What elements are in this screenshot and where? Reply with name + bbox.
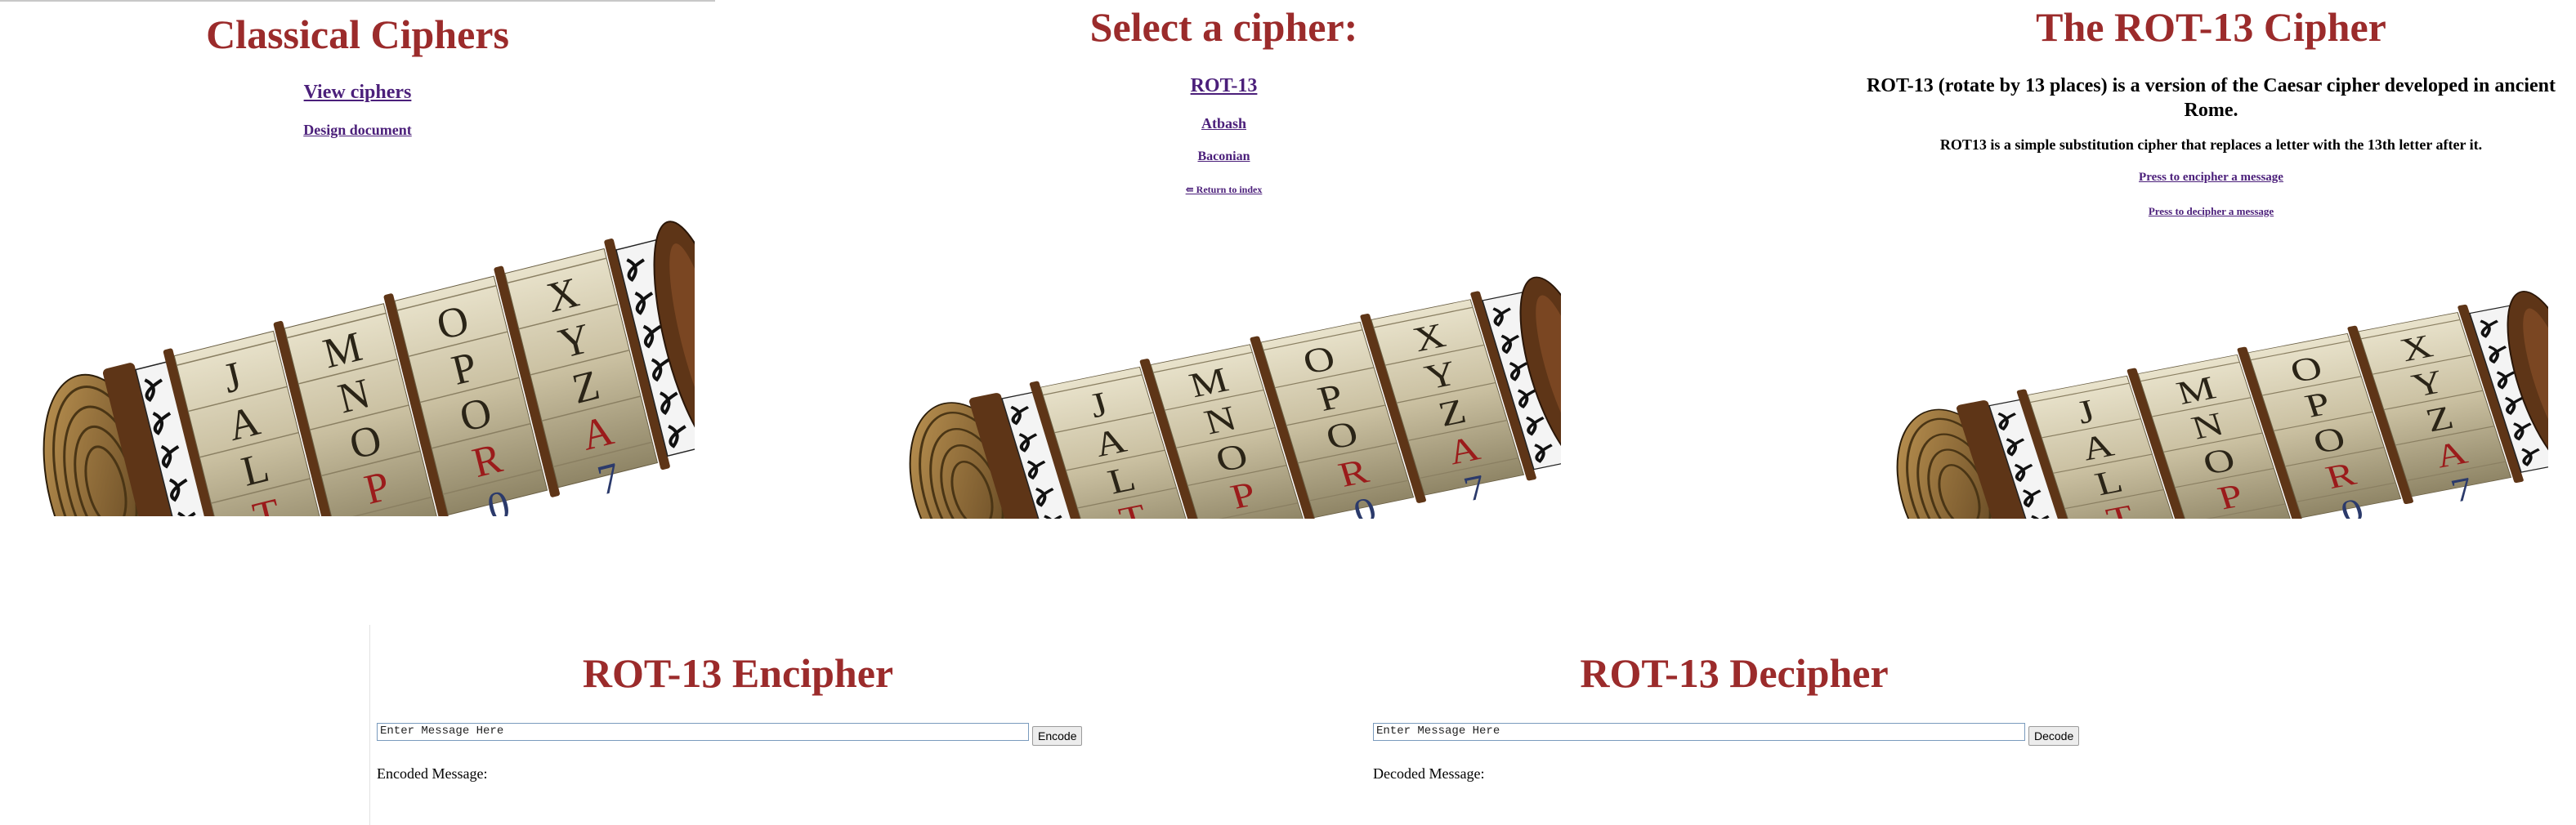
- encipher-link[interactable]: Press to encipher a message: [2139, 171, 2283, 184]
- encipher-page: ROT-13 Encipher Enter Message Here Encod…: [369, 625, 1366, 825]
- cipher-link-atbash[interactable]: Atbash: [1201, 115, 1246, 132]
- index-title: Classical Ciphers: [206, 11, 509, 57]
- encipher-title: ROT-13 Encipher: [582, 650, 894, 696]
- index-page: Classical Ciphers View ciphers Design do…: [0, 0, 715, 523]
- decipher-message-input[interactable]: Enter Message Here: [1373, 723, 2025, 741]
- select-cipher-page: Select a cipher: ROT-13 Atbash Baconian …: [866, 0, 1581, 523]
- cryptex-image: JALT2MNOP0OPOR0XYZA7: [1896, 291, 2548, 519]
- decoded-message-label: Decoded Message:: [1373, 765, 1485, 782]
- rot13-title: The ROT-13 Cipher: [2036, 4, 2386, 50]
- rot13-info-page: The ROT-13 Cipher ROT-13 (rotate by 13 p…: [1854, 0, 2569, 523]
- encode-button[interactable]: Encode: [1032, 726, 1083, 746]
- cipher-link-baconian[interactable]: Baconian: [1197, 149, 1250, 163]
- select-title: Select a cipher:: [1089, 4, 1358, 50]
- cipher-link-rot13[interactable]: ROT-13: [1191, 75, 1258, 96]
- cryptex-image: JALT2MNOP0OPOR0XYZA7: [909, 276, 1561, 519]
- rot13-description: ROT-13 (rotate by 13 places) is a versio…: [1866, 75, 2556, 121]
- view-ciphers-link[interactable]: View ciphers: [304, 82, 412, 103]
- cryptex-image: JALT2MNOP0OPOR0XYZA7: [42, 221, 695, 516]
- rot13-description-detail: ROT13 is a simple substitution cipher th…: [1939, 136, 2483, 153]
- return-to-index-link[interactable]: ⇚ Return to index: [1186, 184, 1263, 195]
- encoded-message-label: Encoded Message:: [377, 765, 488, 782]
- design-document-link[interactable]: Design document: [303, 122, 412, 138]
- encipher-message-input[interactable]: Enter Message Here: [377, 723, 1029, 741]
- decipher-link[interactable]: Press to decipher a message: [2149, 205, 2274, 217]
- decode-button[interactable]: Decode: [2028, 726, 2080, 746]
- decipher-title: ROT-13 Decipher: [1580, 650, 1889, 696]
- decipher-page: ROT-13 Decipher Enter Message Here Decod…: [1366, 625, 2364, 825]
